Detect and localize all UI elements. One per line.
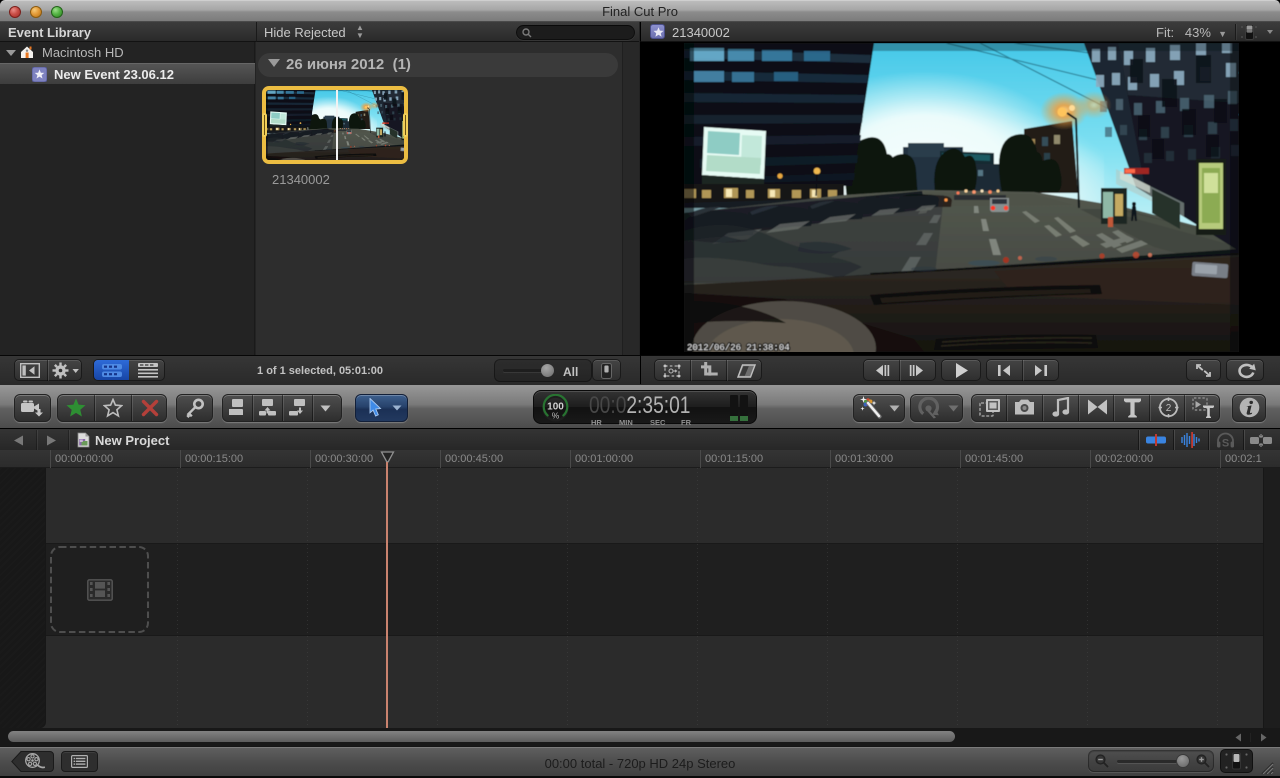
svg-text:2: 2 — [1166, 403, 1172, 414]
svg-text:S: S — [1222, 438, 1229, 450]
svg-text:%: % — [552, 410, 560, 420]
